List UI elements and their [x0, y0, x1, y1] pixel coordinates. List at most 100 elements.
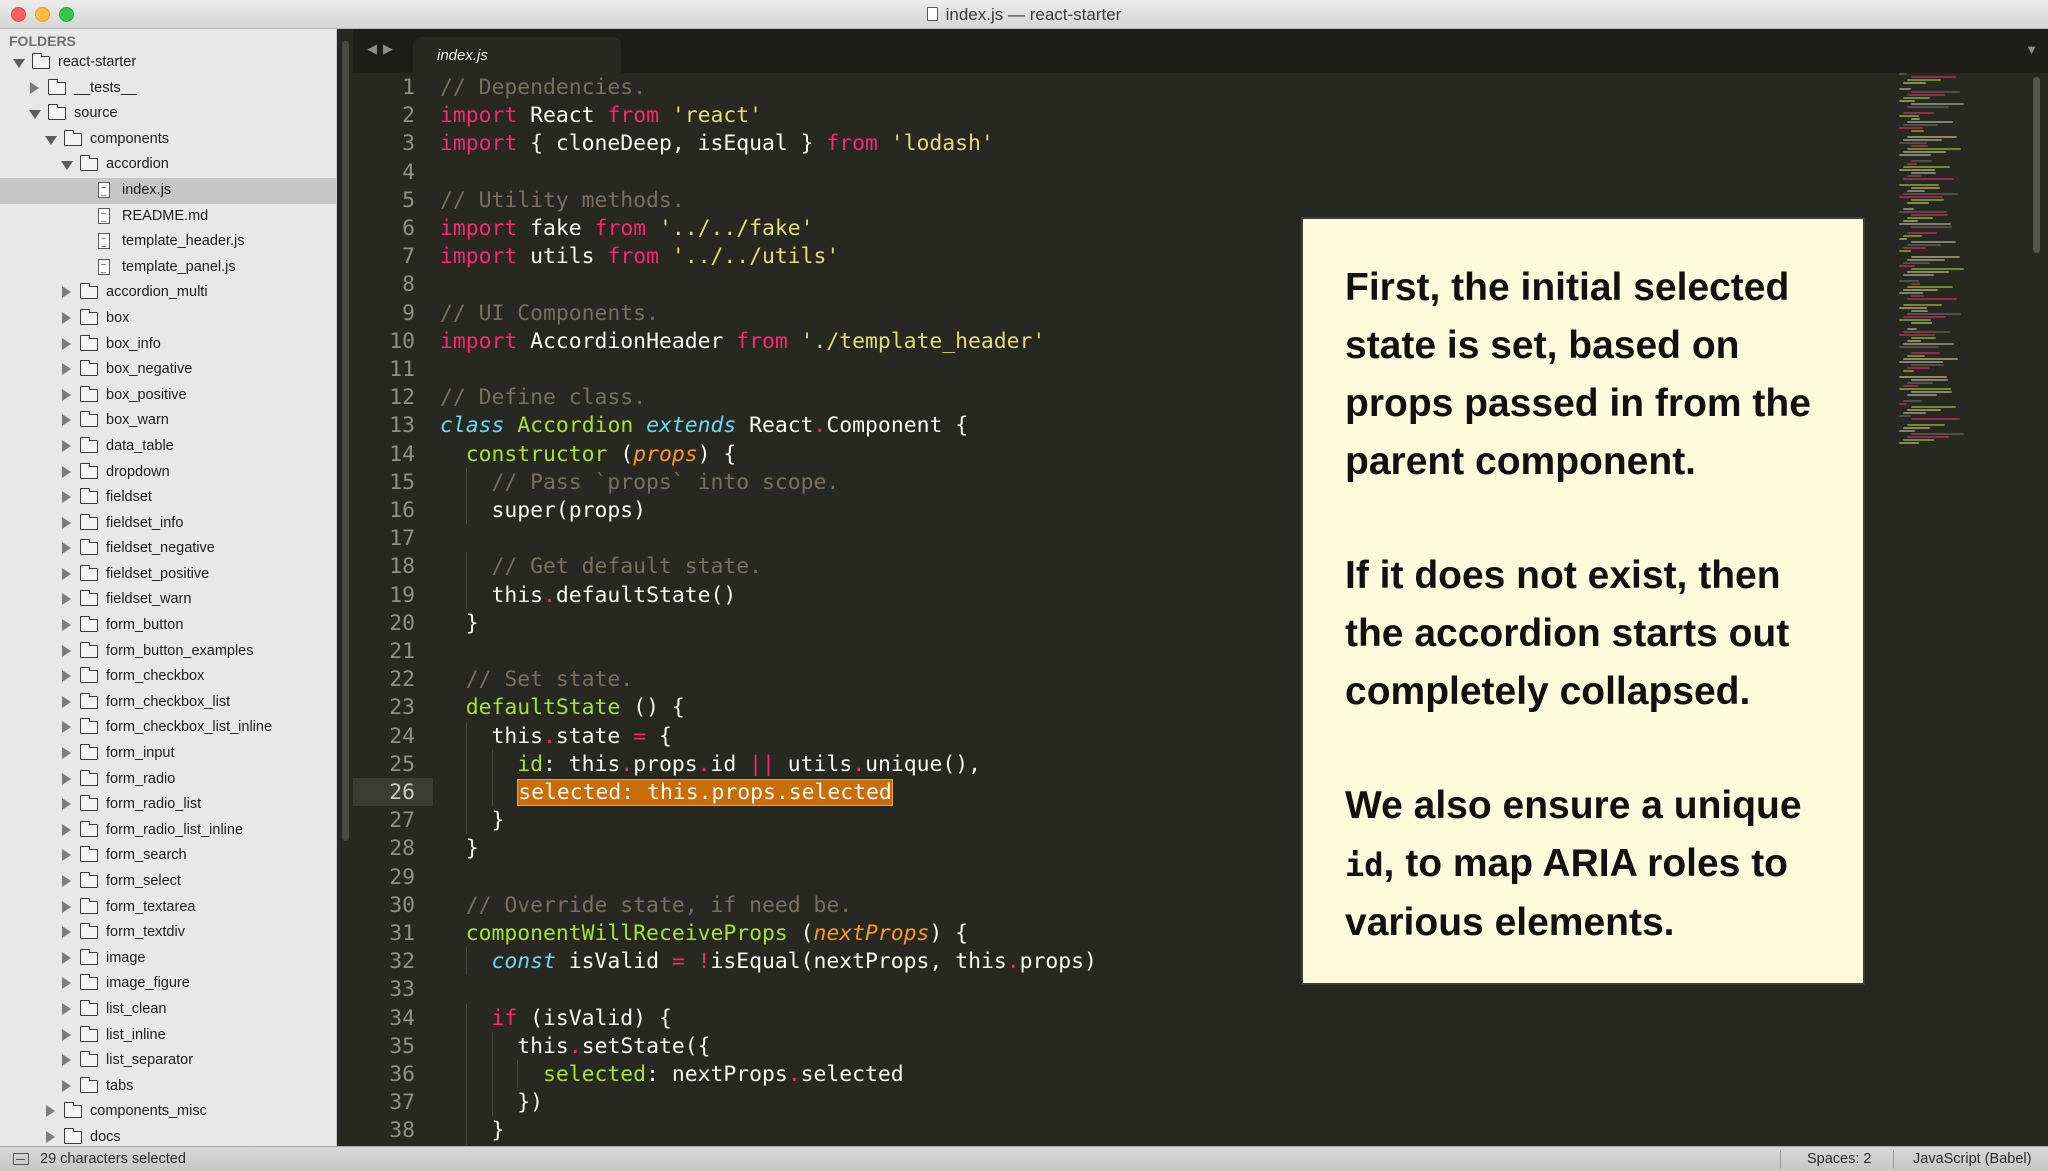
- chevron-right-icon[interactable]: [62, 670, 71, 683]
- file-item[interactable]: template_panel.js: [0, 255, 336, 281]
- chevron-right-icon[interactable]: [62, 311, 71, 324]
- folder-item[interactable]: form_button_examples: [0, 639, 336, 665]
- folder-item[interactable]: list_separator: [0, 1048, 336, 1074]
- folder-item[interactable]: components_misc: [0, 1099, 336, 1125]
- folder-item[interactable]: form_select: [0, 869, 336, 895]
- chevron-down-icon[interactable]: [13, 59, 25, 68]
- folder-item[interactable]: list_clean: [0, 997, 336, 1023]
- code-line[interactable]: 35 this.setState({: [353, 1031, 1893, 1060]
- folder-item[interactable]: form_input: [0, 741, 336, 767]
- chevron-down-icon[interactable]: [29, 110, 41, 120]
- chevron-right-icon[interactable]: [62, 900, 71, 913]
- chevron-right-icon[interactable]: [46, 1130, 55, 1143]
- code-line[interactable]: 34 if (isValid) {: [353, 1003, 1893, 1032]
- chevron-right-icon[interactable]: [62, 644, 71, 657]
- folder-item[interactable]: image: [0, 946, 336, 972]
- code-line[interactable]: 38 }: [353, 1116, 1893, 1145]
- folder-item[interactable]: fieldset_negative: [0, 536, 336, 562]
- chevron-down-icon[interactable]: [61, 161, 73, 171]
- chevron-down-icon[interactable]: [45, 135, 57, 145]
- folder-item[interactable]: accordion: [0, 152, 336, 178]
- chevron-right-icon[interactable]: [62, 1002, 71, 1015]
- chevron-right-icon[interactable]: [62, 465, 71, 478]
- folder-item[interactable]: box: [0, 306, 336, 332]
- folder-item[interactable]: fieldset_warn: [0, 587, 336, 613]
- chevron-right-icon[interactable]: [62, 388, 71, 401]
- chevron-right-icon[interactable]: [46, 1105, 55, 1118]
- chevron-right-icon[interactable]: [62, 593, 71, 606]
- chevron-right-icon[interactable]: [62, 977, 71, 990]
- folder-item[interactable]: fieldset: [0, 485, 336, 511]
- folder-item[interactable]: source: [0, 101, 336, 127]
- tab-dropdown-icon[interactable]: ▼: [2025, 42, 2038, 57]
- folder-item[interactable]: form_radio_list_inline: [0, 818, 336, 844]
- editor-scroll-thumb[interactable]: [2033, 77, 2040, 253]
- chevron-right-icon[interactable]: [62, 619, 71, 632]
- folder-item[interactable]: form_checkbox_list_inline: [0, 715, 336, 741]
- file-item[interactable]: README.md: [0, 204, 336, 230]
- folder-item[interactable]: data_table: [0, 434, 336, 460]
- chevron-right-icon[interactable]: [62, 772, 71, 785]
- chevron-right-icon[interactable]: [62, 363, 71, 376]
- chevron-right-icon[interactable]: [62, 542, 71, 555]
- chevron-right-icon[interactable]: [62, 491, 71, 504]
- editor-scrollbar[interactable]: [2030, 73, 2044, 1146]
- chevron-right-icon[interactable]: [62, 286, 71, 299]
- folder-item[interactable]: docs: [0, 1125, 336, 1146]
- chevron-right-icon[interactable]: [62, 567, 71, 580]
- folder-item[interactable]: fieldset_positive: [0, 562, 336, 588]
- folder-item[interactable]: tabs: [0, 1074, 336, 1100]
- folder-item[interactable]: form_radio: [0, 767, 336, 793]
- chevron-right-icon[interactable]: [62, 439, 71, 452]
- chevron-right-icon[interactable]: [62, 823, 71, 836]
- folder-item[interactable]: box_warn: [0, 408, 336, 434]
- folder-item[interactable]: image_figure: [0, 971, 336, 997]
- code-line[interactable]: 37 }): [353, 1088, 1893, 1117]
- chevron-right-icon[interactable]: [62, 1028, 71, 1041]
- sidebar-scroll-thumb[interactable]: [342, 41, 349, 841]
- chevron-right-icon[interactable]: [62, 1079, 71, 1092]
- chevron-right-icon[interactable]: [62, 875, 71, 887]
- code-line[interactable]: 36 selected: nextProps.selected: [353, 1060, 1893, 1089]
- chevron-right-icon[interactable]: [62, 951, 71, 964]
- chevron-right-icon[interactable]: [62, 721, 71, 734]
- code-line[interactable]: 1 // Dependencies.: [353, 73, 1893, 101]
- folder-item[interactable]: react-starter: [0, 50, 336, 76]
- folder-item[interactable]: accordion_multi: [0, 280, 336, 306]
- folder-item[interactable]: box_info: [0, 332, 336, 358]
- folder-item[interactable]: list_inline: [0, 1023, 336, 1049]
- chevron-right-icon[interactable]: [62, 1054, 71, 1067]
- folder-item[interactable]: box_negative: [0, 357, 336, 383]
- folder-item[interactable]: components: [0, 127, 336, 153]
- folder-item[interactable]: form_textarea: [0, 895, 336, 921]
- folder-item[interactable]: form_checkbox: [0, 664, 336, 690]
- chevron-right-icon[interactable]: [62, 798, 71, 811]
- chevron-right-icon[interactable]: [62, 695, 71, 708]
- file-item[interactable]: index.js: [0, 177, 336, 204]
- code-line[interactable]: 5 // Utility methods.: [353, 186, 1893, 214]
- file-item[interactable]: template_header.js: [0, 229, 336, 255]
- panel-toggle-icon[interactable]: [13, 1153, 29, 1165]
- chevron-right-icon[interactable]: [30, 81, 39, 94]
- sidebar-scrollbar[interactable]: [339, 29, 353, 1146]
- folder-item[interactable]: form_button: [0, 613, 336, 639]
- folder-item[interactable]: form_textdiv: [0, 920, 336, 946]
- folder-item[interactable]: form_checkbox_list: [0, 690, 336, 716]
- folder-item[interactable]: form_search: [0, 843, 336, 869]
- tab-index-js[interactable]: index.js: [413, 37, 621, 73]
- chevron-right-icon[interactable]: [62, 414, 71, 427]
- chevron-right-icon[interactable]: [62, 337, 71, 350]
- folder-item[interactable]: box_positive: [0, 383, 336, 409]
- indentation-setting[interactable]: Spaces: 2: [1807, 1151, 1872, 1167]
- tab-nav-arrows[interactable]: ◀▶: [367, 41, 399, 57]
- folder-item[interactable]: dropdown: [0, 460, 336, 486]
- folder-item[interactable]: __tests__: [0, 76, 336, 102]
- code-line[interactable]: 4: [353, 158, 1893, 186]
- syntax-setting[interactable]: JavaScript (Babel): [1913, 1151, 2031, 1167]
- code-line[interactable]: 2 import React from 'react': [353, 101, 1893, 129]
- chevron-right-icon[interactable]: [62, 747, 71, 760]
- minimap[interactable]: [1893, 73, 2023, 1146]
- code-line[interactable]: 3 import { cloneDeep, isEqual } from 'lod…: [353, 129, 1893, 157]
- chevron-right-icon[interactable]: [62, 516, 71, 529]
- folder-item[interactable]: fieldset_info: [0, 511, 336, 537]
